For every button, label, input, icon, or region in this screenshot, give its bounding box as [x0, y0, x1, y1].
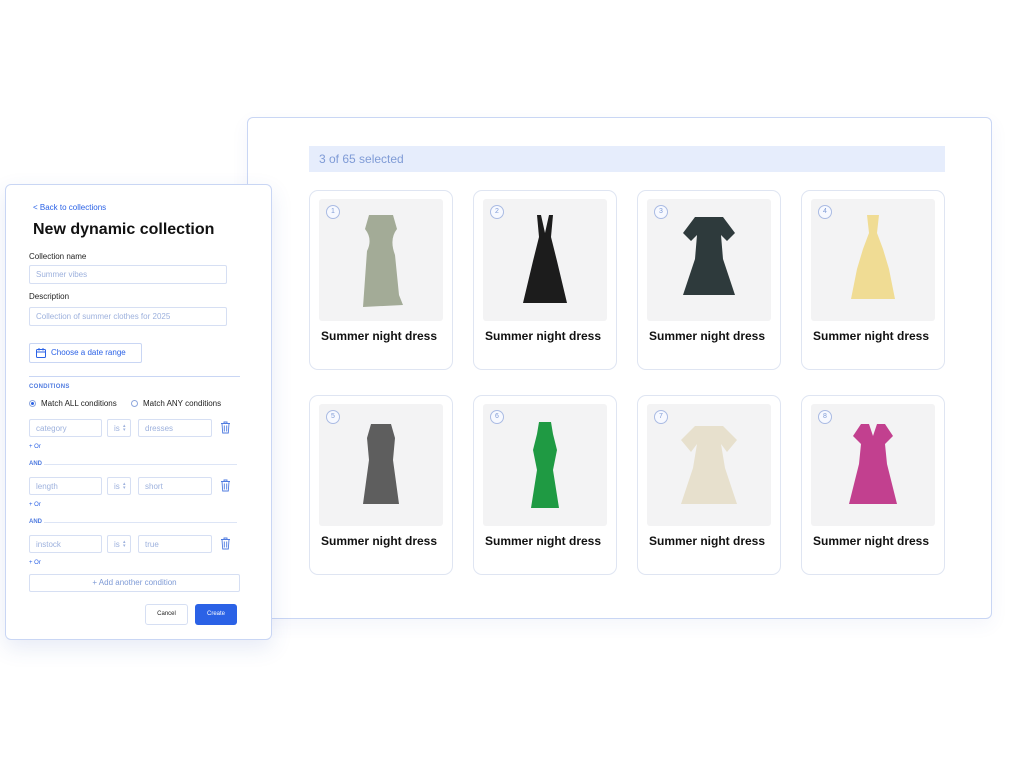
operator-value: is: [114, 540, 120, 549]
dress-illustration: [849, 424, 897, 504]
condition-value-input[interactable]: dresses: [138, 419, 212, 437]
and-divider: [44, 522, 237, 523]
product-title: Summer night dress: [321, 329, 438, 343]
product-card[interactable]: 1 Summer night dress: [309, 190, 453, 370]
product-card[interactable]: 3 Summer night dress: [637, 190, 781, 370]
page-title: New dynamic collection: [33, 221, 215, 238]
trash-icon[interactable]: [220, 421, 231, 434]
conditions-heading: CONDITIONS: [29, 384, 70, 390]
operator-value: is: [114, 424, 120, 433]
chevron-updown-icon: ▴ ▾: [123, 539, 126, 549]
product-image: 7: [647, 404, 771, 526]
and-label: AND: [29, 461, 42, 467]
product-title: Summer night dress: [485, 534, 602, 548]
card-number[interactable]: 4: [818, 205, 832, 219]
condition-field-input[interactable]: instock: [29, 535, 102, 553]
match-all-label[interactable]: Match ALL conditions: [41, 399, 117, 408]
match-any-radio[interactable]: [131, 400, 138, 407]
add-or-link[interactable]: + Or: [29, 502, 41, 508]
condition-value-input[interactable]: short: [138, 477, 212, 495]
description-input[interactable]: Collection of summer clothes for 2025: [29, 307, 227, 326]
chevron-updown-icon: ▴ ▾: [123, 481, 126, 491]
product-title: Summer night dress: [321, 534, 438, 548]
condition-value-input[interactable]: true: [138, 535, 212, 553]
product-grid-panel: 3 of 65 selected 1 Summer night dress 2 …: [247, 117, 992, 619]
match-all-radio[interactable]: [29, 400, 36, 407]
product-card[interactable]: 2 Summer night dress: [473, 190, 617, 370]
card-number[interactable]: 1: [326, 205, 340, 219]
dress-illustration: [683, 217, 735, 295]
product-title: Summer night dress: [649, 329, 766, 343]
dress-illustration: [363, 424, 399, 504]
chevron-updown-icon: ▴ ▾: [123, 423, 126, 433]
product-card[interactable]: 4 Summer night dress: [801, 190, 945, 370]
product-title: Summer night dress: [649, 534, 766, 548]
new-collection-form: < Back to collections New dynamic collec…: [5, 184, 272, 640]
condition-field-input[interactable]: category: [29, 419, 102, 437]
divider: [29, 376, 240, 377]
card-number[interactable]: 5: [326, 410, 340, 424]
back-to-collections-link[interactable]: < Back to collections: [33, 203, 106, 212]
date-range-button[interactable]: Choose a date range: [29, 343, 142, 363]
and-divider: [44, 464, 237, 465]
card-number[interactable]: 2: [490, 205, 504, 219]
condition-operator-select[interactable]: is ▴ ▾: [107, 535, 131, 553]
add-or-link[interactable]: + Or: [29, 560, 41, 566]
product-image: 6: [483, 404, 607, 526]
product-card[interactable]: 7 Summer night dress: [637, 395, 781, 575]
card-number[interactable]: 8: [818, 410, 832, 424]
create-button[interactable]: Create: [195, 604, 237, 625]
product-image: 4: [811, 199, 935, 321]
cancel-button[interactable]: Cancel: [145, 604, 188, 625]
collection-name-input[interactable]: Summer vibes: [29, 265, 227, 284]
product-image: 8: [811, 404, 935, 526]
dress-illustration: [681, 426, 737, 504]
product-image: 1: [319, 199, 443, 321]
add-or-link[interactable]: + Or: [29, 444, 41, 450]
collection-name-label: Collection name: [29, 252, 87, 261]
product-title: Summer night dress: [485, 329, 602, 343]
dress-illustration: [851, 215, 895, 299]
date-range-label: Choose a date range: [51, 348, 126, 357]
operator-value: is: [114, 482, 120, 491]
add-condition-button[interactable]: + Add another condition: [29, 574, 240, 592]
product-image: 3: [647, 199, 771, 321]
card-number[interactable]: 3: [654, 205, 668, 219]
trash-icon[interactable]: [220, 537, 231, 550]
match-any-label[interactable]: Match ANY conditions: [143, 399, 221, 408]
condition-operator-select[interactable]: is ▴ ▾: [107, 477, 131, 495]
calendar-icon: [36, 348, 46, 358]
condition-operator-select[interactable]: is ▴ ▾: [107, 419, 131, 437]
selection-count: 3 of 65 selected: [309, 146, 945, 172]
trash-icon[interactable]: [220, 479, 231, 492]
card-number[interactable]: 6: [490, 410, 504, 424]
product-title: Summer night dress: [813, 534, 930, 548]
dress-illustration: [531, 422, 559, 508]
product-card[interactable]: 6 Summer night dress: [473, 395, 617, 575]
dress-illustration: [523, 215, 567, 303]
description-label: Description: [29, 292, 70, 301]
product-image: 2: [483, 199, 607, 321]
product-image: 5: [319, 404, 443, 526]
product-card[interactable]: 5 Summer night dress: [309, 395, 453, 575]
product-title: Summer night dress: [813, 329, 930, 343]
product-card[interactable]: 8 Summer night dress: [801, 395, 945, 575]
condition-field-input[interactable]: length: [29, 477, 102, 495]
dress-illustration: [363, 215, 403, 307]
card-number[interactable]: 7: [654, 410, 668, 424]
and-label: AND: [29, 519, 42, 525]
